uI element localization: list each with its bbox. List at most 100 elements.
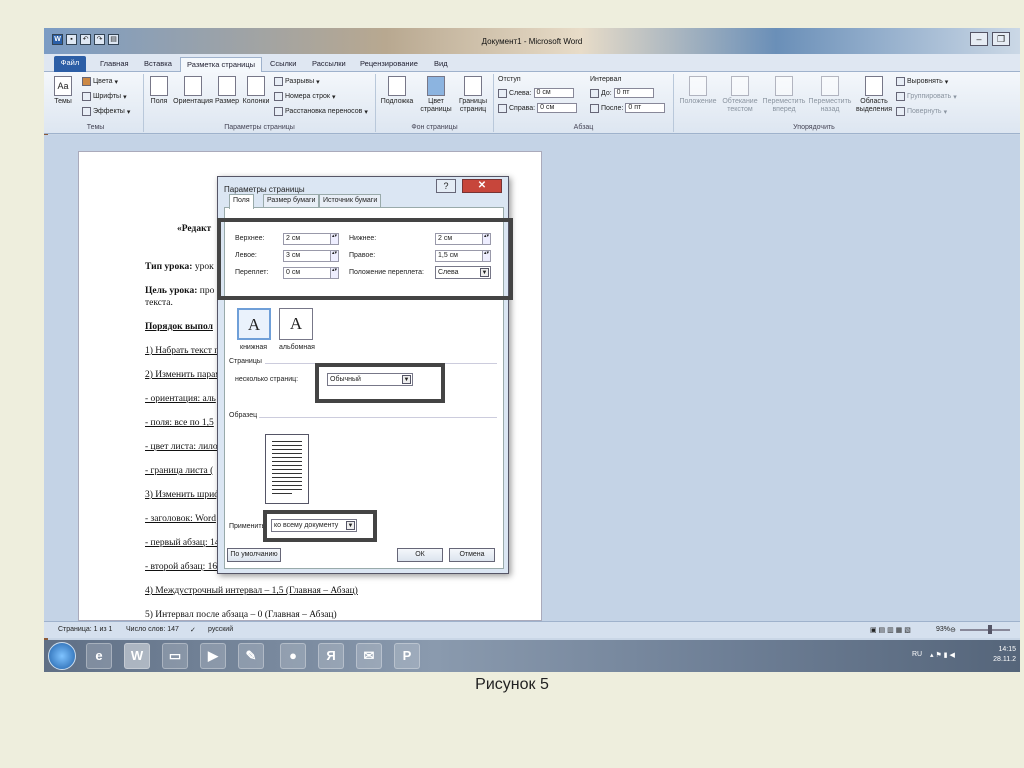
tab-margins[interactable]: Поля [229, 194, 254, 209]
tab-paper-size[interactable]: Размер бумаги [263, 194, 320, 208]
close-button[interactable]: ✕ [462, 179, 502, 193]
gutter-spinner[interactable]: ▴▾ [330, 268, 338, 278]
left-margin-spinner[interactable]: ▴▾ [330, 251, 338, 261]
bottom-margin-spinner[interactable]: ▴▾ [482, 234, 490, 244]
tray-icons[interactable]: ▴ ⚑ ▮ ◀ [930, 651, 955, 659]
clock[interactable]: 14:15 28.11.2 [993, 645, 1016, 665]
preview-line [272, 477, 302, 478]
tab-home[interactable]: Главная [94, 57, 135, 72]
cancel-button[interactable]: Отмена [449, 548, 495, 562]
firefox-icon[interactable]: ● [280, 643, 306, 669]
word-taskbar-icon[interactable]: W [124, 643, 150, 669]
zoom-slider-thumb[interactable] [988, 625, 992, 634]
size-button[interactable]: Размер [214, 76, 240, 106]
columns-button[interactable]: Колонки [240, 76, 272, 106]
wrap-text-button[interactable]: Обтекание текстом [720, 76, 760, 114]
top-margin-input[interactable]: 2 см ▴▾ [283, 233, 339, 245]
themes-icon: Aa [54, 76, 72, 96]
set-default-button[interactable]: По умолчанию [227, 548, 281, 562]
selection-pane-button[interactable]: Область выделения [854, 76, 894, 114]
top-margin-spinner[interactable]: ▴▾ [330, 234, 338, 244]
minimize-button[interactable]: – [970, 32, 988, 46]
page-setup-dialog: Параметры страницы ? ✕ Поля Размер бумаг… [217, 176, 513, 574]
start-button[interactable] [48, 642, 76, 670]
yandex-icon[interactable]: Я [318, 643, 344, 669]
indent-right-row: Справа: 0 см [498, 103, 578, 113]
send-backward-button[interactable]: Переместить назад [808, 76, 852, 114]
tab-references[interactable]: Ссылки [264, 57, 302, 72]
language[interactable]: русский [208, 626, 233, 633]
position-button[interactable]: Положение [678, 76, 718, 106]
language-indicator[interactable]: RU [912, 651, 922, 658]
pages-section-label: Страницы [229, 358, 262, 365]
dialog-title: Параметры страницы [224, 185, 305, 194]
landscape-option[interactable]: A [279, 308, 313, 340]
help-button[interactable]: ? [436, 179, 456, 193]
zoom-slider[interactable] [960, 629, 1010, 631]
zoom-out-button[interactable]: ⊖ [950, 626, 956, 634]
zoom-level[interactable]: 93% [936, 626, 950, 633]
indent-left-input[interactable]: 0 см [533, 88, 574, 98]
preview-section-label: Образец [229, 412, 258, 419]
doc-line: Тип урока: урок [145, 262, 214, 272]
mail-icon[interactable]: ✉ [356, 643, 382, 669]
group-label-page-background: Фон страницы [411, 124, 458, 131]
view-buttons[interactable]: ▣ ▤ ▥ ▦ ▧ [870, 626, 911, 634]
preview-line [272, 449, 302, 450]
breaks-icon [274, 77, 283, 86]
powerpoint-icon[interactable]: P [394, 643, 420, 669]
colors-button[interactable]: Цвета ▾ [82, 77, 118, 86]
fonts-button[interactable]: Шрифты ▾ [82, 92, 127, 101]
effects-button[interactable]: Эффекты ▾ [82, 107, 130, 116]
chevron-down-icon: ▼ [480, 268, 489, 277]
preview-line [272, 493, 292, 494]
document-area[interactable]: «Редакт Тип урока: урок Цель урока: про … [44, 135, 1020, 621]
align-button[interactable]: Выровнять ▾ [896, 77, 948, 86]
bring-forward-button[interactable]: Переместить вперед [762, 76, 806, 114]
gutter-input[interactable]: 0 см ▴▾ [283, 267, 339, 279]
page-borders-button[interactable]: Границы страниц [456, 76, 490, 114]
tab-page-layout[interactable]: Разметка страницы [180, 57, 263, 72]
page-count[interactable]: Страница: 1 из 1 [58, 626, 112, 633]
line-numbers-button[interactable]: Номера строк ▾ [274, 92, 335, 101]
ok-button[interactable]: ОК [397, 548, 443, 562]
folder-icon[interactable]: ▭ [162, 643, 188, 669]
bring-forward-icon [775, 76, 793, 96]
tab-view[interactable]: Вид [428, 57, 454, 72]
right-margin-spinner[interactable]: ▴▾ [482, 251, 490, 261]
rotate-button[interactable]: Повернуть ▾ [896, 107, 947, 116]
portrait-option[interactable]: A [237, 308, 271, 340]
tab-file[interactable]: Файл [54, 56, 86, 72]
right-margin-input[interactable]: 1,5 см ▴▾ [435, 250, 491, 262]
left-margin-input[interactable]: 3 см ▴▾ [283, 250, 339, 262]
group-objects-button[interactable]: Группировать ▾ [896, 92, 957, 101]
breaks-button[interactable]: Разрывы ▾ [274, 77, 320, 86]
paint-icon[interactable]: ✎ [238, 643, 264, 669]
orientation-button[interactable]: Ориентация [172, 76, 214, 106]
themes-button[interactable]: Aa Темы [50, 76, 76, 106]
hyphenation-button[interactable]: Расстановка переносов ▾ [274, 107, 368, 116]
indent-right-input[interactable]: 0 см [537, 103, 578, 113]
doc-line: Цель урока: про [145, 286, 215, 296]
tab-mailings[interactable]: Рассылки [306, 57, 352, 72]
selection-pane-icon [865, 76, 883, 96]
bottom-margin-input[interactable]: 2 см ▴▾ [435, 233, 491, 245]
gutter-position-select[interactable]: Слева ▼ [435, 266, 491, 279]
multiple-pages-select[interactable]: Обычный ▼ [327, 373, 413, 386]
spacing-before-input[interactable]: 0 пт [613, 88, 654, 98]
page-color-button[interactable]: Цвет страницы [418, 76, 454, 114]
restore-button[interactable]: ❐ [992, 32, 1010, 46]
tab-paper-source[interactable]: Источник бумаги [319, 194, 382, 208]
spelling-icon[interactable]: ✓ [190, 626, 196, 634]
preview-line [272, 441, 302, 442]
ie-icon[interactable]: e [86, 643, 112, 669]
tab-insert[interactable]: Вставка [138, 57, 178, 72]
apply-to-select[interactable]: ко всему документу ▼ [271, 519, 357, 532]
watermark-button[interactable]: Подложка [378, 76, 416, 106]
margins-button[interactable]: Поля [146, 76, 172, 106]
word-count[interactable]: Число слов: 147 [126, 626, 179, 633]
spacing-after-input[interactable]: 0 пт [625, 103, 666, 113]
media-player-icon[interactable]: ▶ [200, 643, 226, 669]
doc-line: 2) Изменить парам [145, 370, 222, 380]
tab-review[interactable]: Рецензирование [354, 57, 424, 72]
